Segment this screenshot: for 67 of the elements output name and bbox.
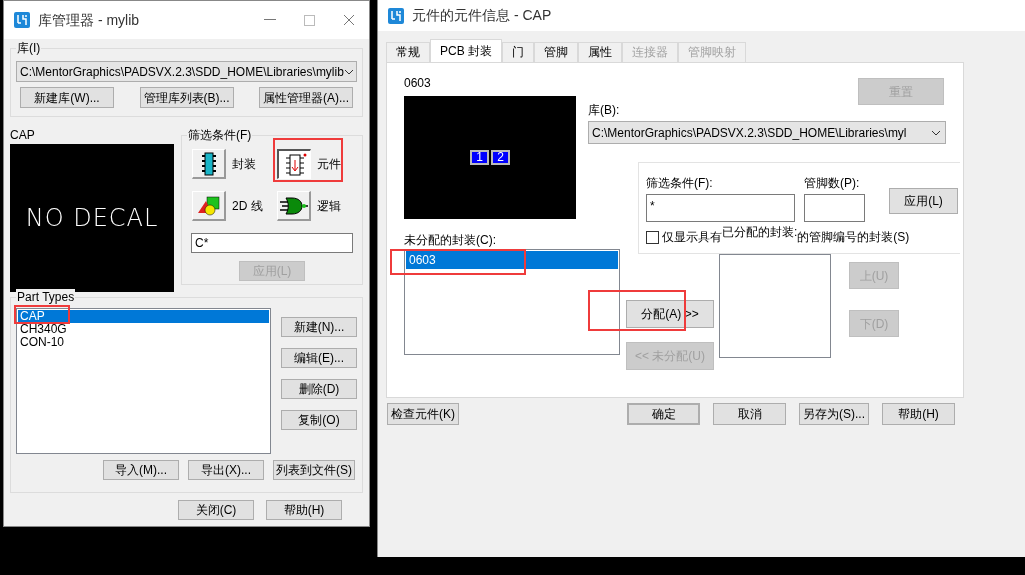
library-label: 库(B): — [588, 103, 621, 117]
library-path-combobox[interactable]: C:\MentorGraphics\PADSVX.2.3\SDD_HOME\Libraries\myl — [588, 121, 946, 144]
window-title: 库管理器 - mylib — [38, 10, 140, 30]
highlight-box — [273, 138, 343, 182]
filter-input[interactable]: C* — [191, 233, 353, 253]
part-action-button[interactable]: 删除(D) — [281, 379, 357, 399]
filter-label: 筛选条件(F): — [646, 176, 714, 190]
chevron-down-icon — [343, 68, 354, 75]
group-label: 筛选条件(F) — [187, 127, 253, 143]
part-action-button[interactable]: 新建(N)... — [281, 317, 357, 337]
filter-type-label: 逻辑 — [317, 198, 341, 215]
part-io-button[interactable]: 列表到文件(S) — [273, 460, 355, 480]
pad: 1 — [470, 150, 489, 165]
pad: 2 — [491, 150, 510, 165]
filter-type-button[interactable] — [277, 149, 311, 179]
assign-button[interactable]: 分配(A) >> — [626, 300, 714, 328]
highlight-box — [14, 305, 70, 324]
chevron-down-icon — [931, 129, 941, 136]
dialog-button[interactable]: 帮助(H) — [882, 403, 955, 425]
dialog-button[interactable]: 帮助(H) — [266, 500, 342, 520]
decal-name: 0603 — [404, 76, 432, 90]
part-type-item[interactable]: CH340G — [18, 323, 269, 336]
dialog-button[interactable]: 关闭(C) — [178, 500, 254, 520]
part-io-button[interactable]: 导出(X)... — [188, 460, 264, 480]
no-decal-text: NO DECAL — [25, 203, 159, 234]
part-io-button[interactable]: 导入(M)... — [103, 460, 179, 480]
checkbox[interactable] — [646, 230, 659, 244]
dialog-button[interactable]: 另存为(S)... — [799, 403, 869, 425]
pin-count-input[interactable] — [804, 194, 865, 222]
check-part-button[interactable]: 检查元件(K) — [387, 403, 459, 425]
apply-button[interactable]: 应用(L) — [889, 188, 958, 214]
tab[interactable]: 管脚 — [534, 42, 578, 62]
part-name-label: CAP — [10, 127, 36, 143]
part-type-item[interactable]: CON-10 — [18, 336, 269, 349]
chip-icon — [200, 151, 217, 176]
part-action-button[interactable]: 复制(O) — [281, 410, 357, 430]
close-icon[interactable] — [343, 14, 355, 26]
group-label: 库(I) — [16, 40, 42, 56]
part-type-item[interactable]: CAP — [18, 310, 269, 323]
dialog-button[interactable]: 确定 — [627, 403, 700, 425]
filter-input[interactable]: * — [646, 194, 795, 222]
library-button[interactable]: 属性管理器(A)... — [259, 87, 353, 108]
tab[interactable]: 常规 — [386, 42, 430, 62]
window-title: 元件的元件信息 - CAP — [412, 6, 552, 25]
assigned-label: 已分配的封装: — [722, 223, 798, 241]
pin-count-label: 管脚数(P): — [804, 176, 861, 190]
checkbox-label: 仅显示具有 — [662, 230, 722, 246]
app-icon — [14, 12, 30, 28]
minimize-icon[interactable] — [264, 19, 276, 21]
unassigned-item[interactable]: 0603 — [406, 251, 618, 269]
filter-type-label: 元件 — [317, 156, 341, 173]
dialog-button[interactable]: 取消 — [713, 403, 786, 425]
shapes-icon — [196, 194, 221, 217]
part-action-button[interactable]: 编辑(E)... — [281, 348, 357, 368]
filter-type-label: 封装 — [232, 156, 257, 173]
library-path-combobox[interactable]: C:\MentorGraphics\PADSVX.2.3\SDD_HOME\Libraries\mylib — [16, 61, 357, 82]
library-button[interactable]: 新建库(W)... — [20, 87, 114, 108]
filter-type-label: 2D 线 — [232, 198, 263, 215]
group-label: Part Types — [16, 289, 76, 305]
library-button[interactable]: 管理库列表(B)... — [139, 87, 234, 108]
unassigned-label: 未分配的封装(C): — [404, 233, 497, 247]
tab[interactable]: 属性 — [578, 42, 622, 62]
app-icon — [388, 7, 404, 24]
tab[interactable]: 门 — [502, 42, 534, 62]
tab[interactable]: PCB 封装 — [430, 39, 502, 62]
checkbox-label: 的管脚编号的封装(S) — [797, 230, 910, 246]
logic-gate-icon — [279, 195, 308, 216]
